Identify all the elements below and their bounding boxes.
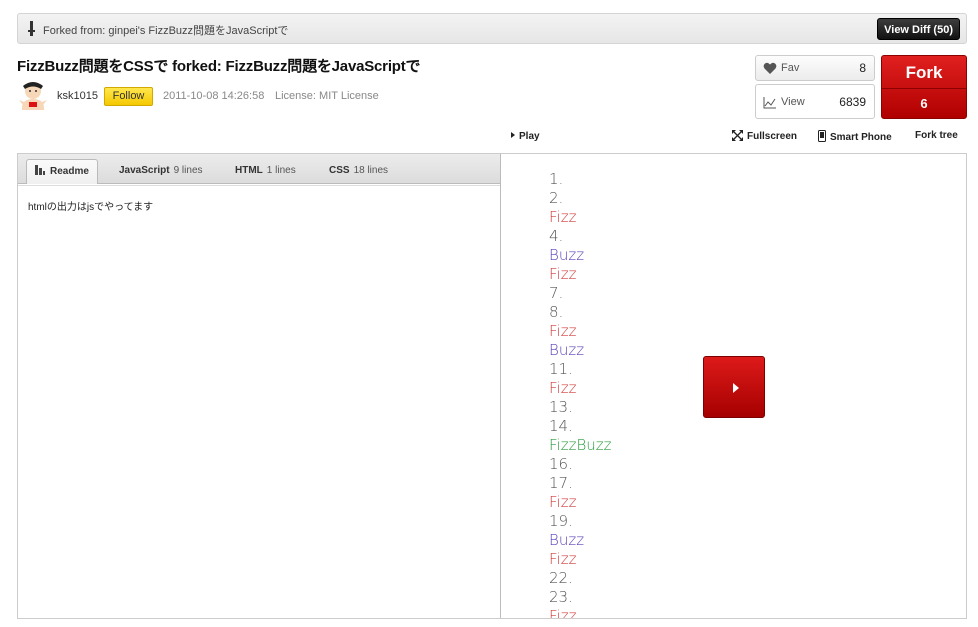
output-line: 23. [549,588,573,606]
tab-label: Readme [50,166,89,177]
fav-count: 8 [859,61,866,75]
fork-divider [882,88,966,89]
avatar[interactable] [17,80,49,112]
play-icon [511,132,515,138]
tab-label: HTML [235,165,263,176]
post-date: 2011-10-08 14:26:58 [163,90,265,102]
output-line: Fizz [549,493,577,511]
tab-readme[interactable]: Readme [26,159,98,184]
output-line: 2. [549,189,564,207]
smartphone-label: Smart Phone [830,132,892,143]
play-icon [733,383,739,393]
tab-line-count: 18 lines [353,165,389,176]
license-text: License: MIT License [275,90,379,102]
output-line: Fizz [549,550,577,568]
output-line: Fizz [549,607,577,618]
fizzbuzz-output: 1. 2. Fizz 4. Buzz Fizz 7. 8. Fizz Buzz 11. Fizz 13.… [549,170,612,618]
tab-javascript[interactable]: JavaScript 9 lines [119,159,203,184]
run-button[interactable] [703,356,765,418]
fav-button[interactable]: Fav 8 [755,55,875,81]
tab-label: JavaScript [119,165,170,176]
fork-label: Fork [905,63,943,82]
page-title: FizzBuzz問題をCSSで forked: FizzBuzz問題をJavaS… [17,58,421,75]
fullscreen-link[interactable]: Fullscreen [732,130,797,142]
view-count: 6839 [839,95,866,109]
smartphone-link[interactable]: Smart Phone [818,130,892,143]
tab-label: CSS [329,165,350,176]
output-line: 1. [549,170,564,188]
view-diff-button[interactable]: View Diff (50) [877,18,960,40]
document-icon [35,165,45,175]
heart-icon [763,62,777,74]
smartphone-icon [818,130,826,142]
readme-text: htmlの出力はjsでやってます [18,185,500,225]
fork-icon [28,21,35,36]
fork-count[interactable]: 6 [882,96,966,111]
play-link[interactable]: Play [511,131,540,142]
view-stat: View 6839 [755,84,875,119]
tab-html[interactable]: HTML 1 lines [235,159,296,184]
tab-css[interactable]: CSS 18 lines [329,159,388,184]
output-line: 11. [549,360,573,378]
fullscreen-icon [732,130,743,141]
chart-icon [763,97,776,109]
output-line: Buzz [549,246,585,264]
output-line: FizzBuzz [549,436,612,454]
output-line: Buzz [549,341,585,359]
tab-line-count: 1 lines [266,165,296,176]
output-line: 14. [549,417,573,435]
fork-tree-link[interactable]: Fork tree [915,130,958,141]
view-label: View [781,96,805,108]
play-label: Play [519,131,540,142]
forked-from-text[interactable]: Forked from: ginpei's FizzBuzz問題をJavaScr… [43,22,288,38]
output-line: Fizz [549,379,577,397]
output-line: 16. [549,455,573,473]
tab-line-count: 9 lines [173,165,203,176]
output-line: 17. [549,474,573,492]
username-link[interactable]: ksk1015 [57,90,98,102]
output-line: 8. [549,303,564,321]
output-line: Fizz [549,322,577,340]
output-line: 22. [549,569,573,587]
code-tabs: Readme JavaScript 9 lines HTML 1 lines CSS… [18,154,500,184]
output-line: Fizz [549,208,577,226]
follow-button[interactable]: Follow [104,87,153,106]
forked-from-bar: Forked from: ginpei's FizzBuzz問題をJavaScr… [17,13,967,44]
code-pane: Readme JavaScript 9 lines HTML 1 lines CSS… [18,154,501,618]
fork-button[interactable]: Fork 6 [881,55,967,119]
output-line: Fizz [549,265,577,283]
output-line: Buzz [549,531,585,549]
output-line: 13. [549,398,573,416]
output-line: 19. [549,512,573,530]
fullscreen-label: Fullscreen [747,131,798,142]
editor-panes: Readme JavaScript 9 lines HTML 1 lines CSS… [17,153,967,619]
output-line: 7. [549,284,564,302]
output-line: 4. [549,227,564,245]
fav-label: Fav [781,62,800,74]
